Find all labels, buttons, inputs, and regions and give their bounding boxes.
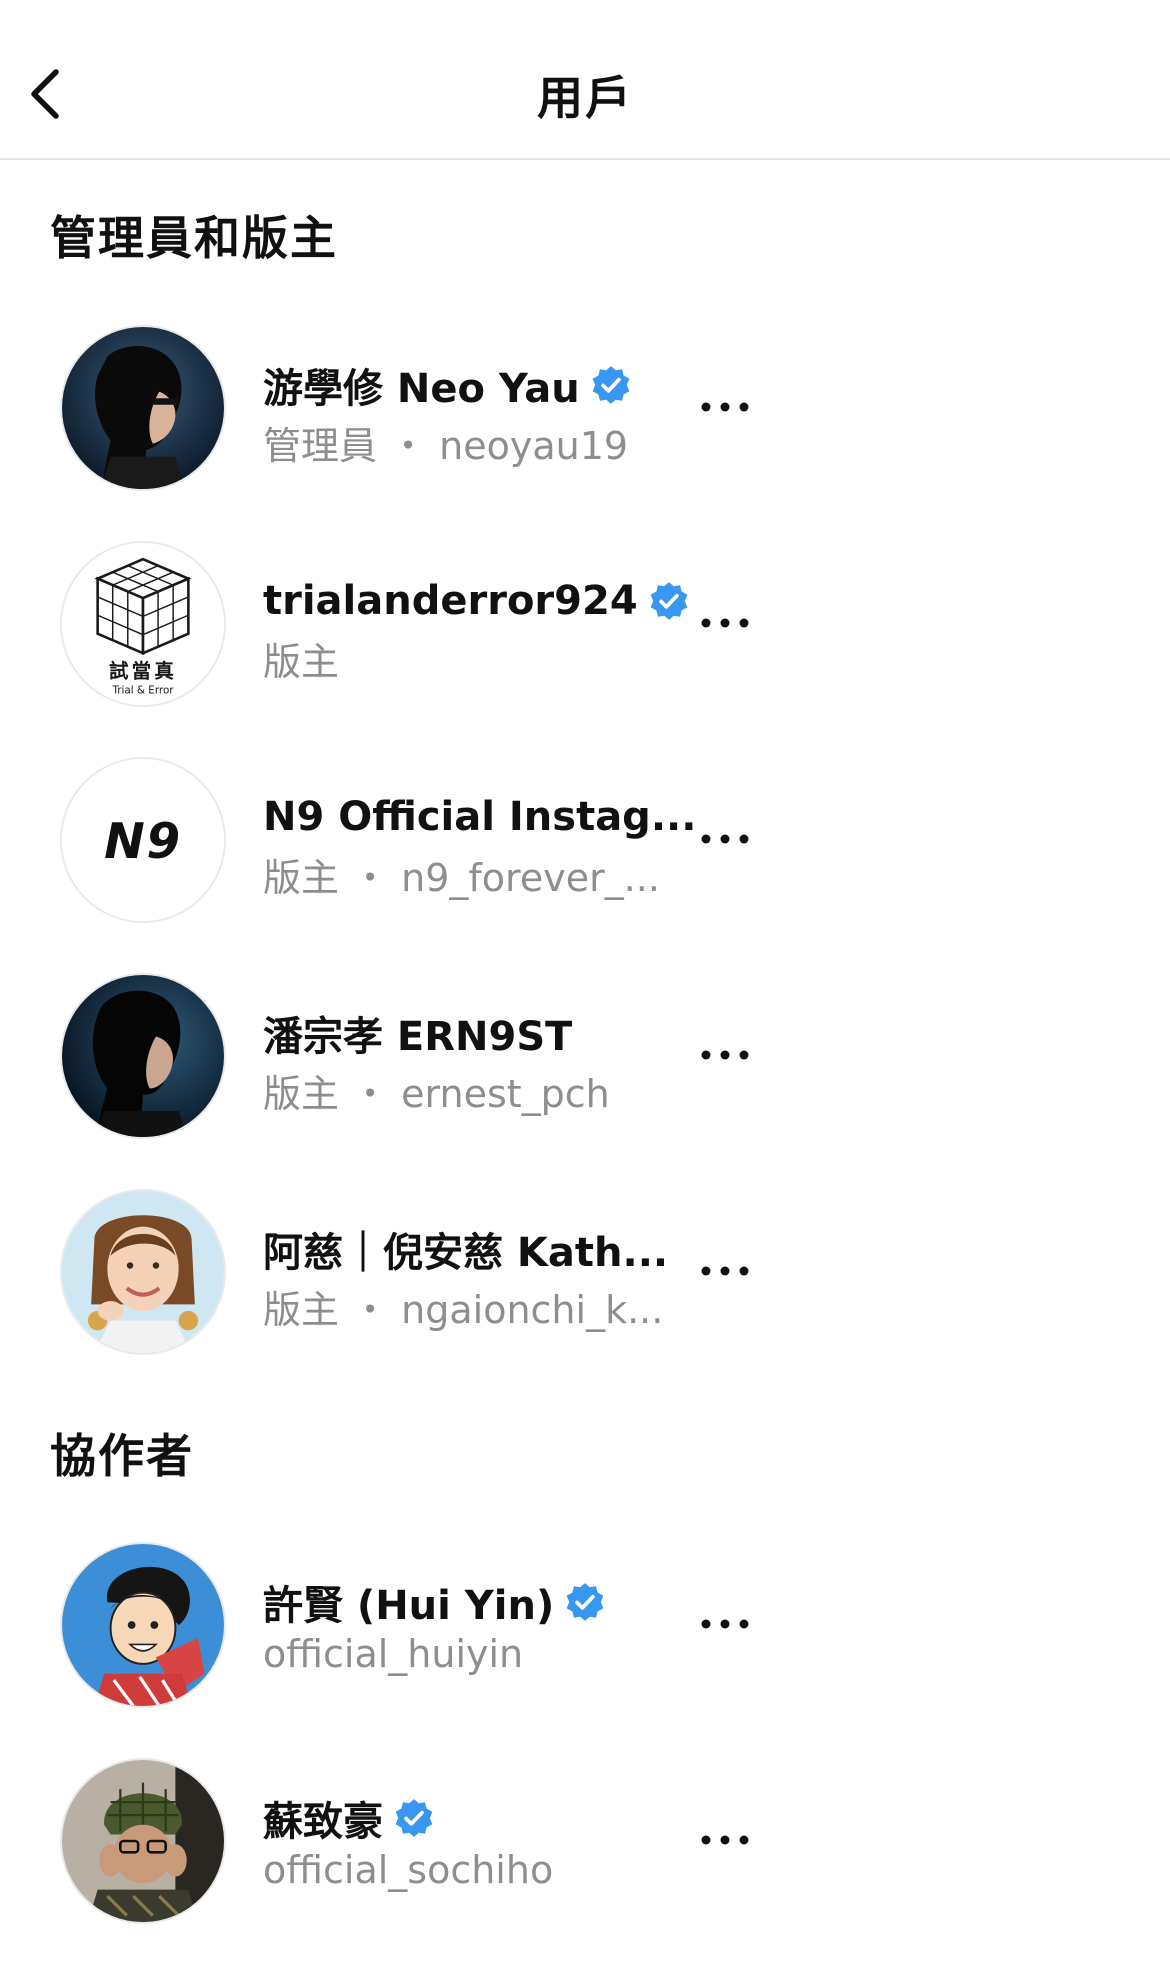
collaborators-list: 許賢 (Hui Yin) official_huiyin 蘇致豪 officia… (0, 1522, 1170, 1954)
user-text: 蘇致豪 official_sochiho (263, 1790, 703, 1892)
username: official_sochiho (263, 1848, 554, 1892)
user-row[interactable]: 阿慈｜倪安慈 Kath... 版主 ・ ngaionchi_k... (0, 1169, 1170, 1385)
avatar[interactable]: 試當真 Trial & Error (60, 541, 226, 707)
user-row[interactable]: N9 N9 Official Instag... 版主 ・ n9_forever… (0, 737, 1170, 953)
verified-badge-icon (566, 1583, 604, 1621)
role-username: 管理員 ・ neoyau19 (263, 424, 629, 468)
name-line: 蘇致豪 (263, 1790, 703, 1846)
display-name: 蘇致豪 (263, 1799, 383, 1845)
name-line: 潘宗孝 ERN9ST (263, 1005, 703, 1061)
avatar[interactable] (60, 973, 226, 1139)
more-horizontal-icon (701, 1050, 749, 1060)
avatar-image (62, 975, 224, 1137)
more-options-button[interactable] (690, 1241, 760, 1301)
more-horizontal-icon (701, 1619, 749, 1629)
avatar-image: 試當真 Trial & Error (62, 543, 224, 705)
more-options-button[interactable] (690, 593, 760, 653)
more-options-button[interactable] (690, 377, 760, 437)
more-horizontal-icon (701, 402, 749, 412)
users-screen: 用戶 管理員和版主 游學修 Neo Yau 管理員 ・ neoyau19 試當真… (0, 0, 1170, 1970)
name-line: 阿慈｜倪安慈 Kath... (263, 1221, 703, 1277)
top-nav-bar: 用戶 (0, 0, 1170, 160)
more-horizontal-icon (701, 834, 749, 844)
name-line: 許賢 (Hui Yin) (263, 1574, 703, 1630)
display-name: 游學修 Neo Yau (263, 366, 580, 412)
avatar-image: N9 (62, 759, 224, 921)
more-options-button[interactable] (690, 1025, 760, 1085)
name-line: trialanderror924 (263, 573, 703, 629)
user-text: N9 Official Instag... 版主 ・ n9_forever_..… (263, 789, 703, 902)
more-horizontal-icon (701, 1266, 749, 1276)
user-text: 許賢 (Hui Yin) official_huiyin (263, 1574, 703, 1676)
avatar[interactable] (60, 325, 226, 491)
name-line: N9 Official Instag... (263, 789, 703, 845)
role-username: 版主 ・ ernest_pch (263, 1072, 610, 1116)
user-row[interactable]: 試當真 Trial & Error trialanderror924 版主 (0, 521, 1170, 737)
display-name: 潘宗孝 ERN9ST (263, 1014, 573, 1060)
avatar[interactable] (60, 1758, 226, 1924)
n9-logo-text: N9 (104, 814, 182, 870)
display-name: 許賢 (Hui Yin) (263, 1583, 555, 1629)
user-text: 游學修 Neo Yau 管理員 ・ neoyau19 (263, 357, 703, 470)
more-options-button[interactable] (690, 1594, 760, 1654)
verified-badge-icon (650, 582, 688, 620)
user-row[interactable]: 蘇致豪 official_sochiho (0, 1738, 1170, 1954)
logo-text-english: Trial & Error (111, 685, 174, 697)
verified-badge-icon (592, 366, 630, 404)
role-username: 版主 ・ n9_forever_... (263, 856, 660, 900)
user-row[interactable]: 游學修 Neo Yau 管理員 ・ neoyau19 (0, 305, 1170, 521)
avatar-image (62, 327, 224, 489)
display-name: 阿慈｜倪安慈 Kath... (263, 1230, 669, 1276)
name-line: 游學修 Neo Yau (263, 357, 703, 413)
avatar-image (62, 1191, 224, 1353)
verified-badge-icon (395, 1799, 433, 1837)
role-username: 版主 (263, 640, 340, 684)
avatar[interactable]: N9 (60, 757, 226, 923)
avatar[interactable] (60, 1189, 226, 1355)
section-title-admins: 管理員和版主 (50, 211, 338, 265)
user-text: trialanderror924 版主 (263, 573, 703, 686)
display-name: N9 Official Instag... (263, 794, 697, 840)
display-name: trialanderror924 (263, 578, 638, 624)
user-row[interactable]: 許賢 (Hui Yin) official_huiyin (0, 1522, 1170, 1738)
logo-text-chinese: 試當真 (109, 659, 177, 682)
user-text: 潘宗孝 ERN9ST 版主 ・ ernest_pch (263, 1005, 703, 1118)
username: official_huiyin (263, 1632, 524, 1676)
more-horizontal-icon (701, 618, 749, 628)
more-options-button[interactable] (690, 809, 760, 869)
user-text: 阿慈｜倪安慈 Kath... 版主 ・ ngaionchi_k... (263, 1221, 703, 1334)
avatar[interactable] (60, 1542, 226, 1708)
more-horizontal-icon (701, 1835, 749, 1845)
avatar-image (62, 1760, 224, 1922)
section-title-collaborators: 協作者 (50, 1429, 194, 1483)
avatar-image (62, 1544, 224, 1706)
more-options-button[interactable] (690, 1810, 760, 1870)
admins-list: 游學修 Neo Yau 管理員 ・ neoyau19 試當真 Trial & E… (0, 305, 1170, 1385)
role-username: 版主 ・ ngaionchi_k... (263, 1288, 664, 1332)
page-title: 用戶 (537, 71, 633, 125)
user-row[interactable]: 潘宗孝 ERN9ST 版主 ・ ernest_pch (0, 953, 1170, 1169)
